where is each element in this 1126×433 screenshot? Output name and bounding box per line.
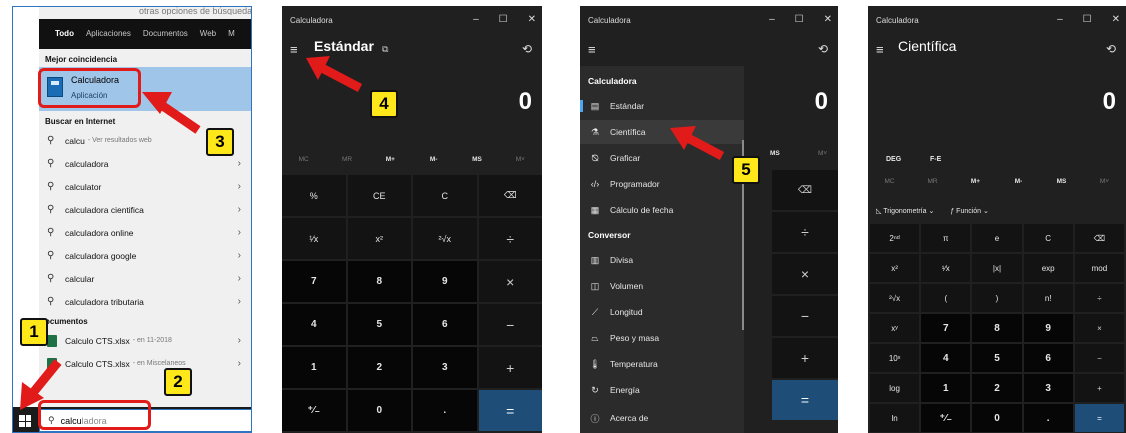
arrow-5-shaft — [685, 134, 725, 160]
step-badge-3: 3 — [206, 128, 234, 156]
arrow-1-shaft — [28, 359, 62, 397]
arrow-4-shaft — [319, 64, 363, 92]
step-badge-4: 4 — [370, 90, 398, 118]
step-badge-1: 1 — [20, 318, 48, 346]
step-badge-2: 2 — [164, 368, 192, 396]
step-badge-5: 5 — [732, 156, 760, 184]
arrow-3-shaft — [157, 100, 201, 134]
